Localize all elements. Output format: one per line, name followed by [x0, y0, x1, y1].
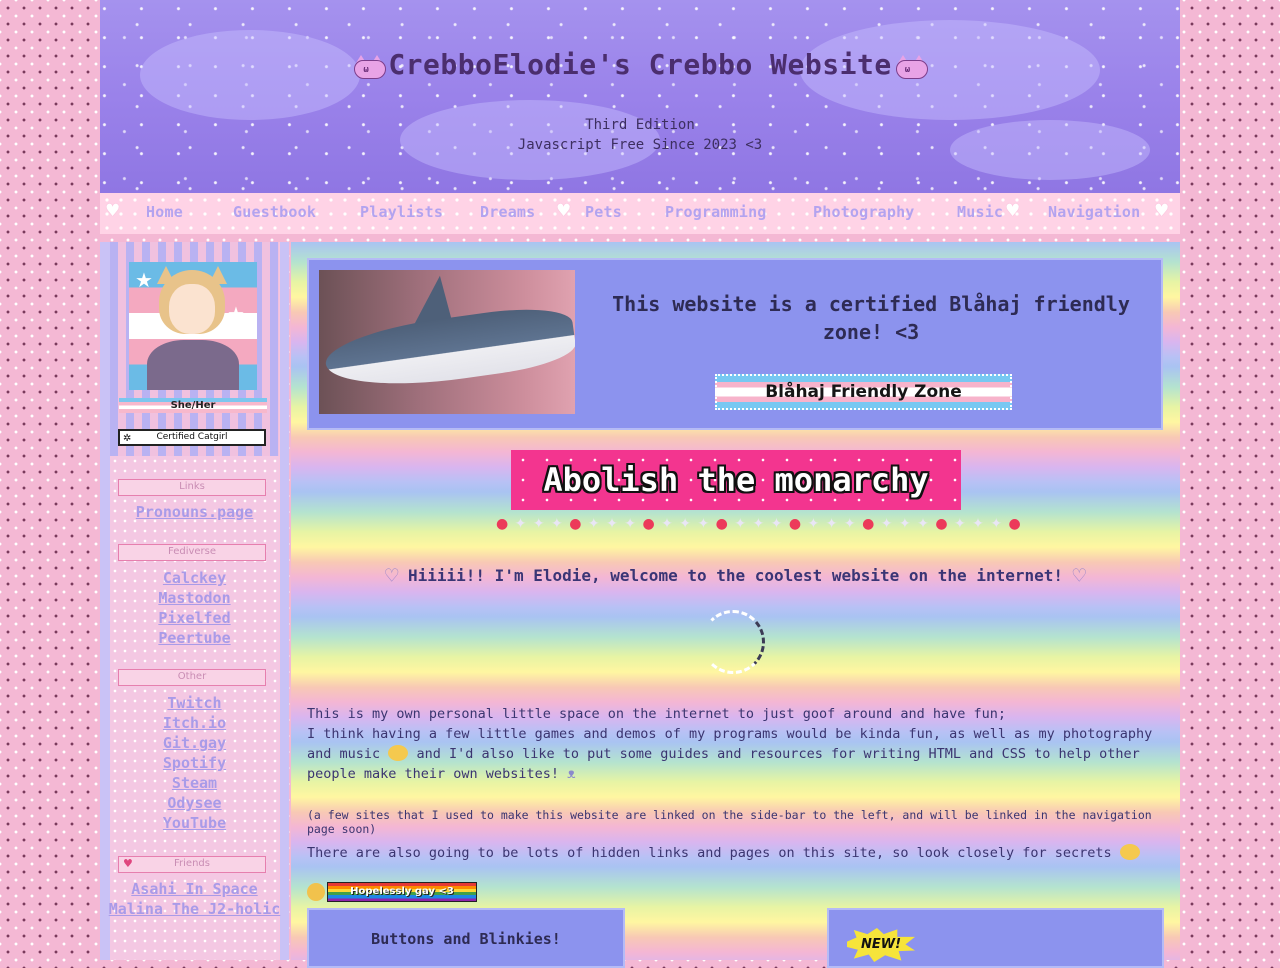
- catgirl-badge: ✲ Certified Catgirl: [118, 429, 266, 446]
- site-title: ω CrebboElodie's Crebbo Website ω: [100, 48, 1180, 81]
- hopelessly-gay-badge: Hopelessly gay <3: [307, 882, 477, 902]
- nav-pets[interactable]: Pets: [585, 203, 622, 221]
- links-heading: Links: [118, 479, 266, 496]
- edition-label: Third Edition: [585, 117, 695, 133]
- loading-spinner-icon: [701, 610, 765, 674]
- blahaj-statement: This website is a certified Blåhaj frien…: [612, 292, 1130, 344]
- intro-line-1: This is my own personal little space on …: [307, 706, 1006, 722]
- sidebar: ★ ★ She/Her ✲ Certified Catgirl Links Pr…: [100, 242, 289, 960]
- edition-text: Third Edition Javascript Free Since 2023…: [100, 115, 1180, 155]
- link-steam[interactable]: Steam: [100, 773, 289, 793]
- cat-emoji-icon: [1119, 844, 1140, 860]
- heart-icon: ♥: [1154, 201, 1170, 221]
- link-mastodon[interactable]: Mastodon: [100, 588, 289, 608]
- intro-line-2: I think having a few little games and de…: [307, 724, 1167, 784]
- link-asahi-in-space[interactable]: Asahi In Space: [100, 879, 289, 899]
- secrets-text: There are also going to be lots of hidde…: [307, 845, 1112, 861]
- heart-icon: ♡: [385, 564, 399, 589]
- link-peertube[interactable]: Peertube: [100, 628, 289, 648]
- butterfly-icon: ᴥ: [567, 766, 576, 782]
- new-badge-label: NEW!: [860, 937, 902, 952]
- blahaj-friendly-zone-button[interactable]: Blåhaj Friendly Zone: [715, 374, 1012, 410]
- other-heading: Other: [118, 669, 266, 686]
- paw-icon: ✲: [123, 433, 132, 444]
- nav-bar: ♥ ♥ ♥ ♥ Home Guestbook Playlists Dreams …: [100, 193, 1180, 234]
- heart-icon: ♥: [556, 201, 572, 221]
- friends-heading: ♥ Friends: [118, 856, 266, 873]
- heart-icon: ♡: [1072, 564, 1086, 589]
- welcome-text: Hiiiii!! I'm Elodie, welcome to the cool…: [407, 566, 1064, 585]
- buttons-blinkies-heading: Buttons and Blinkies!: [371, 930, 561, 948]
- friends-heading-label: Friends: [174, 858, 210, 869]
- secrets-note: There are also going to be lots of hidde…: [307, 844, 1167, 861]
- link-youtube[interactable]: YouTube: [100, 813, 289, 833]
- pronouns-badge: She/Her: [119, 398, 267, 413]
- sidebar-note: (a few sites that I used to make this we…: [307, 808, 1152, 836]
- blob-emoji-icon: [307, 883, 325, 901]
- link-malina[interactable]: Malina The J2-holic: [100, 899, 289, 919]
- link-itchio[interactable]: Itch.io: [100, 713, 289, 733]
- nav-navigation[interactable]: Navigation: [1048, 203, 1140, 221]
- abolish-monarchy-banner: Abolish the monarchy: [511, 450, 961, 510]
- link-spotify[interactable]: Spotify: [100, 753, 289, 773]
- blob-emoji-icon: [388, 745, 409, 761]
- nav-programming[interactable]: Programming: [665, 203, 767, 221]
- link-calckey[interactable]: Calckey: [100, 568, 289, 588]
- nav-music[interactable]: Music: [957, 203, 1003, 221]
- link-odysee[interactable]: Odysee: [100, 793, 289, 813]
- buttons-blinkies-panel: Buttons and Blinkies!: [307, 908, 625, 968]
- cat-face-icon: ω: [895, 55, 928, 79]
- heart-icon: ♥: [1005, 201, 1021, 221]
- blahaj-photo: [319, 270, 575, 414]
- heart-icon: ♥: [123, 857, 133, 870]
- link-pronouns-page[interactable]: Pronouns.page: [100, 502, 289, 522]
- blahaj-panel: This website is a certified Blåhaj frien…: [307, 258, 1163, 430]
- fediverse-heading: Fediverse: [118, 544, 266, 561]
- link-gitgay[interactable]: Git.gay: [100, 733, 289, 753]
- nav-photography[interactable]: Photography: [813, 203, 915, 221]
- nav-playlists[interactable]: Playlists: [360, 203, 443, 221]
- site-header: ω CrebboElodie's Crebbo Website ω Third Ed…: [100, 0, 1180, 193]
- heart-icon: ♥: [105, 201, 121, 221]
- link-pixelfed[interactable]: Pixelfed: [100, 608, 289, 628]
- cat-face-icon: ω: [354, 55, 387, 79]
- nav-guestbook[interactable]: Guestbook: [233, 203, 316, 221]
- new-badge-icon: NEW!: [847, 928, 915, 962]
- intro-paragraph: This is my own personal little space on …: [307, 704, 1167, 784]
- main-content: This website is a certified Blåhaj frien…: [291, 242, 1180, 968]
- tagline: Javascript Free Since 2023 <3: [517, 137, 763, 153]
- catgirl-badge-label: Certified Catgirl: [156, 432, 228, 442]
- welcome-message: ♡ Hiiiii!! I'm Elodie, welcome to the co…: [291, 564, 1180, 589]
- avatar: ★ ★: [129, 262, 257, 390]
- site-title-text: CrebboElodie's Crebbo Website: [388, 48, 892, 81]
- intro-line-2b: and I'd also like to put some guides and…: [307, 746, 1140, 782]
- nav-dreams[interactable]: Dreams: [480, 203, 535, 221]
- link-twitch[interactable]: Twitch: [100, 693, 289, 713]
- nav-home[interactable]: Home: [146, 203, 183, 221]
- page: ω CrebboElodie's Crebbo Website ω Third Ed…: [100, 0, 1180, 968]
- hopelessly-gay-label: Hopelessly gay <3: [327, 882, 477, 902]
- strawberry-divider: ● ✦ ✦ ✦ ● ✦ ✦ ✦ ● ✦ ✦ ✦ ● ✦ ✦ ✦ ● ✦ ✦ ✦ …: [496, 516, 1022, 532]
- updates-panel: NEW!: [827, 908, 1164, 968]
